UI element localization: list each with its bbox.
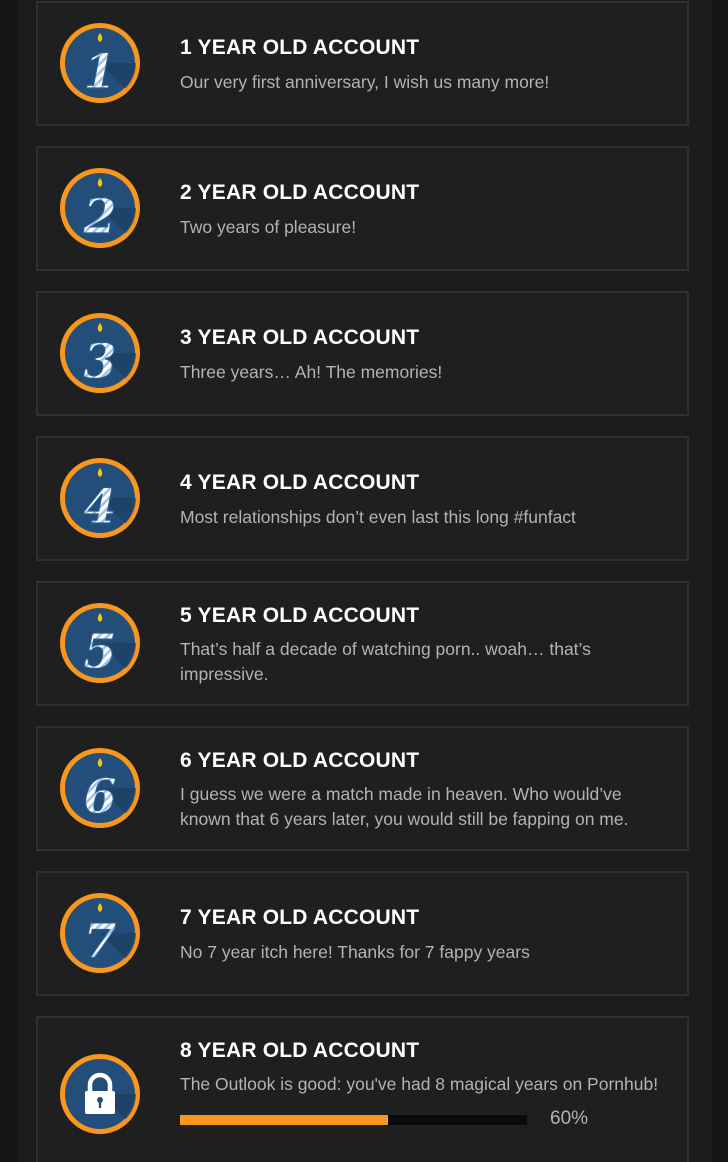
achievement-title: 8 YEAR OLD ACCOUNT <box>180 1039 420 1062</box>
padlock-icon <box>57 1051 143 1137</box>
achievement-card-8-locked: 8 YEAR OLD ACCOUNT The Outlook is good: … <box>36 1016 689 1162</box>
progress-bar-fill <box>180 1115 389 1125</box>
candle-number-4-icon: 4 <box>57 455 143 541</box>
svg-text:2: 2 <box>82 189 116 245</box>
achievement-card-7: 7 7 YEAR OLD ACCOUNT No 7 year itch here… <box>36 871 689 996</box>
candle-number-3-icon: 3 <box>57 310 143 396</box>
svg-text:6: 6 <box>83 769 116 825</box>
achievement-description: I guess we were a match made in heaven. … <box>180 784 629 829</box>
svg-text:7: 7 <box>83 914 116 970</box>
achievement-title: 2 YEAR OLD ACCOUNT <box>180 181 420 204</box>
achievement-title: 1 YEAR OLD ACCOUNT <box>180 36 420 59</box>
svg-text:3: 3 <box>83 334 116 390</box>
achievements-page: 1 1 YEAR OLD ACCOUNT Our very first anni… <box>0 0 728 1162</box>
achievement-description: That’s half a decade of watching porn.. … <box>180 639 591 684</box>
achievement-description: Two years of pleasure! <box>180 217 357 237</box>
achievement-title: 4 YEAR OLD ACCOUNT <box>180 471 420 494</box>
achievement-description: Our very first anniversary, I wish us ma… <box>180 72 550 92</box>
achievement-title: 6 YEAR OLD ACCOUNT <box>180 749 420 772</box>
achievement-card-5: 5 5 YEAR OLD ACCOUNT That’s half a decad… <box>36 581 689 706</box>
achievement-description: Three years… Ah! The memories! <box>180 362 443 382</box>
achievement-description: No 7 year itch here! Thanks for 7 fappy … <box>180 942 530 962</box>
candle-number-2-icon: 2 <box>57 165 143 251</box>
candle-number-6-icon: 6 <box>57 745 143 831</box>
achievement-card-3: 3 3 YEAR OLD ACCOUNT Three years… Ah! Th… <box>36 291 689 416</box>
svg-text:5: 5 <box>83 624 116 680</box>
achievement-card-2: 2 2 YEAR OLD ACCOUNT Two years of pleasu… <box>36 146 689 271</box>
achievement-title: 3 YEAR OLD ACCOUNT <box>180 326 420 349</box>
achievement-description: The Outlook is good: you've had 8 magica… <box>180 1074 659 1094</box>
achievement-card-4: 4 4 YEAR OLD ACCOUNT Most relationships … <box>36 436 689 561</box>
svg-text:4: 4 <box>83 479 116 535</box>
candle-number-1-icon: 1 <box>57 20 143 106</box>
achievement-card-1: 1 1 YEAR OLD ACCOUNT Our very first anni… <box>36 1 689 126</box>
candle-number-5-icon: 5 <box>57 600 143 686</box>
achievement-title: 5 YEAR OLD ACCOUNT <box>180 604 420 627</box>
achievement-description: Most relationships don’t even last this … <box>180 507 576 527</box>
achievement-card-6: 6 6 YEAR OLD ACCOUNT I guess we were a m… <box>36 726 689 851</box>
svg-text:1: 1 <box>83 44 116 100</box>
candle-number-7-icon: 7 <box>57 890 143 976</box>
progress-percent: 60% <box>550 1108 589 1129</box>
achievement-title: 7 YEAR OLD ACCOUNT <box>180 906 420 929</box>
progress-bar <box>180 1115 527 1125</box>
